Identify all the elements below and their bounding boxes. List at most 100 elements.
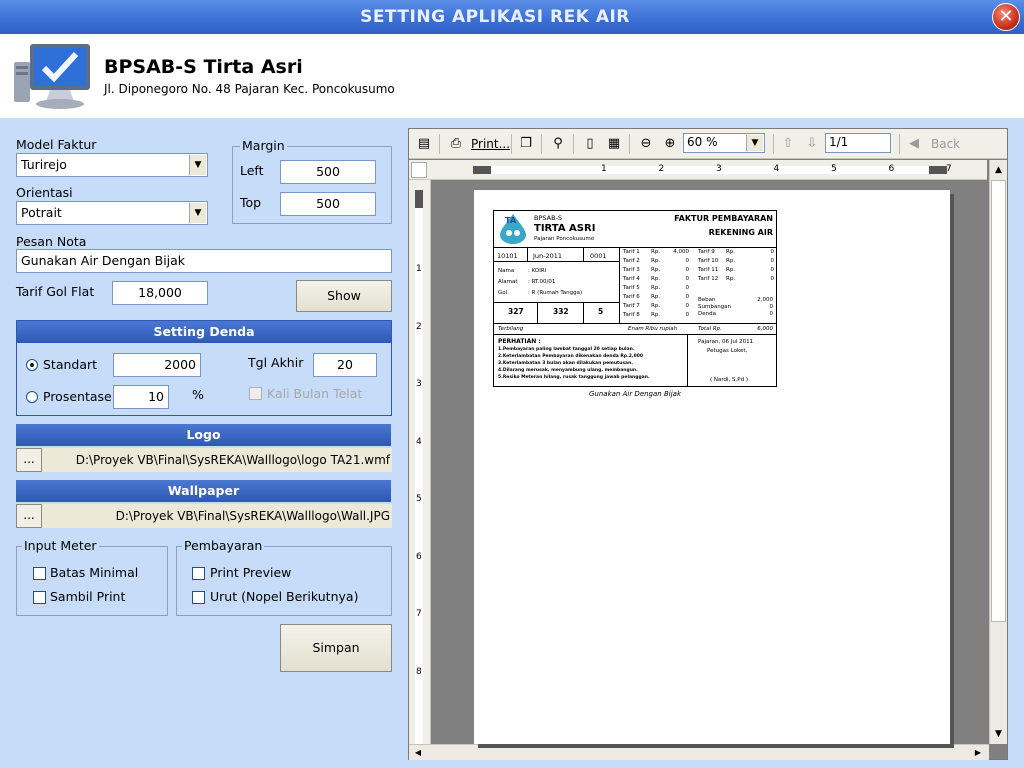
scroll-right-icon[interactable]: ▶ (971, 746, 985, 760)
pesan-nota-input[interactable]: Gunakan Air Dengan Bijak (16, 249, 392, 273)
scroll-down-icon[interactable]: ▼ (991, 726, 1006, 742)
percent-label: % (192, 387, 204, 402)
tarif-rp: Rp. (651, 267, 661, 273)
multi-page-icon[interactable]: ▦ (605, 136, 623, 152)
page-layout-icon[interactable]: ▤ (415, 136, 433, 152)
logo-browse-button[interactable]: ... (16, 448, 42, 472)
total-label: Total Rp. (698, 326, 722, 332)
copy-icon[interactable]: ❐ (517, 136, 535, 152)
tarif-row: Tarif 2 Rp. 0 (623, 258, 689, 267)
standart-input[interactable]: 2000 (113, 353, 201, 377)
print-button[interactable]: Print... (471, 137, 510, 151)
scroll-up-icon[interactable]: ▲ (991, 162, 1006, 178)
back-button[interactable]: Back (931, 137, 960, 151)
tarif-rp: Rp. (651, 276, 661, 282)
prosentase-radio[interactable] (26, 391, 38, 403)
alamat-value: : RT.00/01 (528, 279, 556, 285)
back-arrow-icon[interactable]: ◀ (905, 136, 923, 152)
tarif-name: Tarif 4 (623, 276, 640, 282)
arrow-up-icon[interactable]: ⇧ (779, 136, 797, 152)
model-faktur-select[interactable]: Turirejo ▼ (16, 153, 208, 177)
invoice-vrule (687, 334, 688, 387)
vruler-ticks: 1 2 3 4 5 6 7 8 (409, 180, 431, 744)
tarif-name: Tarif 3 (623, 267, 640, 273)
tarif-left-list: Tarif 1 Rp. 4,000 Tarif 2 Rp. 0 Tarif 3 Rp. 0 Tar… (623, 249, 689, 321)
tarif-row: Tarif 12 Rp. 0 (698, 276, 774, 285)
zoom-in-icon[interactable]: ⊕ (661, 136, 679, 152)
date-line: Pajaran, 06 Jul 2011 (698, 339, 754, 345)
officer-name: ( Nardi, S.Pd ) (710, 377, 749, 383)
binoculars-icon[interactable]: ⚲ (549, 136, 567, 152)
tarif-name: Tarif 5 (623, 285, 640, 291)
invoice-org-small: BPSAB-S (534, 214, 563, 222)
tarif-name: Tarif 9 (698, 249, 715, 255)
margin-top-input[interactable]: 500 (280, 192, 376, 216)
tarif-value: 0 (770, 249, 775, 255)
single-page-icon[interactable]: ▯ (581, 136, 599, 152)
perhatian-label: PERHATIAN : (498, 338, 541, 345)
company-address: Jl. Diponegoro No. 48 Pajaran Kec. Ponco… (104, 82, 395, 96)
beban-value: 2,000 (757, 297, 773, 303)
batas-minimal-checkbox[interactable] (33, 567, 46, 580)
margin-left-input[interactable]: 500 (280, 160, 376, 184)
arrow-down-icon[interactable]: ⇩ (803, 136, 821, 152)
nama-value: : KOIRI (528, 268, 547, 274)
logo-header: Logo (16, 424, 391, 446)
invoice-vrule (583, 247, 584, 261)
tarif-name: Tarif 8 (623, 312, 640, 318)
print-preview-checkbox[interactable] (192, 567, 205, 580)
wallpaper-browse-button[interactable]: ... (16, 504, 42, 528)
margin-left-label: Left (240, 163, 264, 178)
tarif-name: Tarif 6 (623, 294, 640, 300)
denda-value: 0 (769, 311, 774, 317)
close-button[interactable]: ✕ (992, 3, 1020, 31)
scrollbar-thumb[interactable] (991, 180, 1006, 622)
ruler-number: 5 (831, 164, 837, 174)
tgl-akhir-input[interactable]: 20 (313, 353, 377, 377)
zoom-out-icon[interactable]: ⊖ (637, 136, 655, 152)
prosentase-input[interactable]: 10 (113, 385, 169, 409)
horizontal-ruler: 1 2 3 4 5 6 7 (409, 160, 987, 180)
batas-minimal-label: Batas Minimal (50, 565, 139, 580)
horizontal-scrollbar[interactable]: ◀ ▶ (409, 744, 989, 760)
simpan-button[interactable]: Simpan (280, 624, 392, 672)
invoice-notes: 1.Pembayaran paling lambat tanggal 20 se… (498, 347, 684, 382)
beban-label: Beban (698, 297, 716, 303)
show-button[interactable]: Show (296, 280, 392, 312)
page-input[interactable]: 1/1 (825, 133, 891, 153)
toolbar-separator (773, 134, 774, 154)
sambil-print-checkbox[interactable] (33, 591, 46, 604)
terbilang-label: Terbilang (498, 326, 524, 332)
toolbar-separator (629, 134, 630, 154)
invoice-seq: 0001 (590, 252, 607, 260)
chevron-down-icon[interactable]: ▼ (189, 155, 206, 175)
standart-radio[interactable] (26, 359, 38, 371)
tarif-rp: Rp. (651, 303, 661, 309)
printer-icon[interactable]: ⎙ (447, 136, 465, 152)
orientasi-select[interactable]: Potrait ▼ (16, 201, 208, 225)
vertical-scrollbar[interactable]: ▲ ▼ (989, 160, 1007, 744)
tarif-row: Tarif 4 Rp. 0 (623, 276, 689, 285)
scroll-left-icon[interactable]: ◀ (411, 746, 425, 760)
tarif-row: Tarif 1 Rp. 4,000 (623, 249, 689, 258)
note-line: 2.Keterlambatan Pembayaran dikenakan den… (498, 354, 644, 359)
chevron-down-icon[interactable]: ▼ (189, 203, 206, 223)
orientasi-label: Orientasi (16, 185, 73, 200)
meter-awal: 327 (508, 307, 524, 316)
meter-akhir: 332 (553, 307, 569, 316)
gol-value: : R (Rumah Tangga) (528, 290, 583, 296)
tarif-name: Tarif 2 (623, 258, 640, 264)
urut-checkbox[interactable] (192, 591, 205, 604)
kali-bulan-checkbox[interactable] (249, 387, 262, 400)
denda-header: Setting Denda (17, 321, 391, 343)
zoom-select[interactable]: 60 % ▼ (683, 133, 765, 153)
petugas-label: Petugas Loket, (707, 348, 748, 354)
ruler-ticks: 1 2 3 4 5 6 7 (409, 160, 987, 180)
chevron-down-icon[interactable]: ▼ (746, 135, 763, 151)
ruler-number: 6 (888, 164, 895, 174)
note-line: 1.Pembayaran paling lambat tanggal 20 se… (498, 347, 635, 352)
note-line: 4.Dilarang merusak, menyambung ulang, me… (498, 368, 638, 373)
tarif-input[interactable]: 18,000 (112, 281, 208, 305)
tarif-rp: Rp. (651, 312, 661, 318)
ruler-number: 4 (773, 164, 780, 174)
